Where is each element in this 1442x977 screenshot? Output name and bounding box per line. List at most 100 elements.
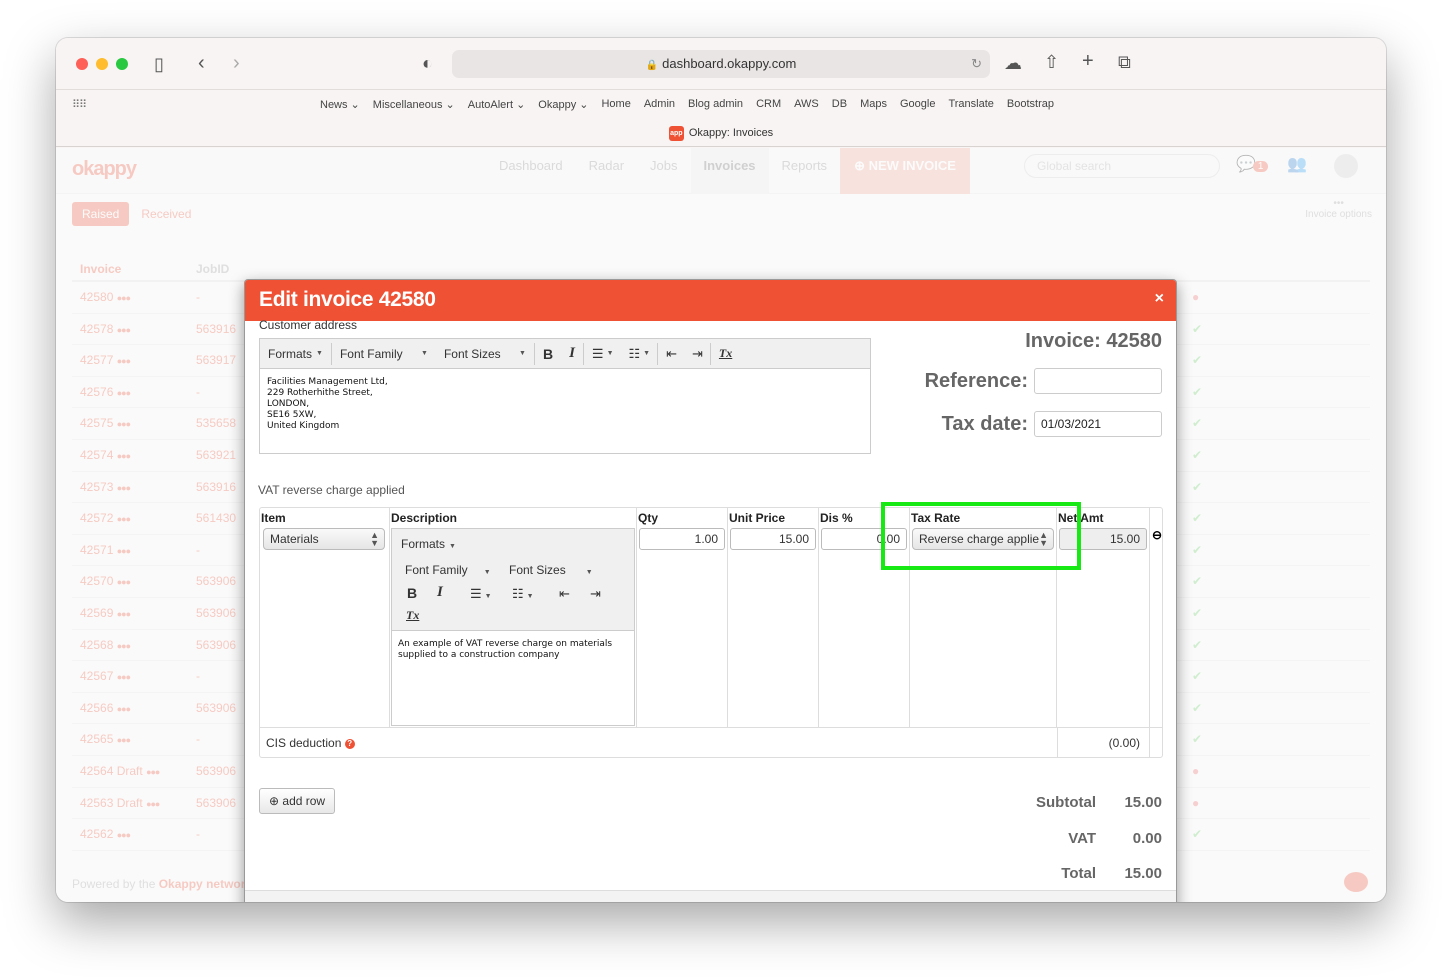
user-avatar[interactable] xyxy=(1334,154,1358,178)
formats-dropdown[interactable]: Formats ▼ xyxy=(260,339,331,368)
icloud-icon[interactable]: ☁ xyxy=(1004,54,1022,72)
invoice-cell[interactable]: 42567 ●●● xyxy=(72,661,196,692)
bookmark-item[interactable]: Blog admin xyxy=(688,98,743,111)
contacts-icon[interactable]: 👥 xyxy=(1287,156,1307,173)
forward-icon[interactable]: › xyxy=(233,53,240,73)
more-icon[interactable]: ●●● xyxy=(117,325,131,335)
invoice-cell[interactable]: 42566 ●●● xyxy=(72,693,196,724)
tab-overview-icon[interactable]: ⧉ xyxy=(1118,53,1131,71)
tab-okappy-invoices[interactable]: app Okappy: Invoices xyxy=(668,125,773,141)
invoice-cell[interactable]: 42577 ●●● xyxy=(72,345,196,376)
customer-address-text[interactable]: Facilities Management Ltd, 229 Rotherhit… xyxy=(260,369,870,440)
invoice-cell[interactable]: 42569 ●●● xyxy=(72,598,196,629)
new-tab-icon[interactable]: + xyxy=(1082,51,1094,71)
font-family-dropdown[interactable]: Font Family ▼ xyxy=(405,563,491,577)
add-row-button[interactable]: ⊕ add row xyxy=(259,788,336,814)
bookmark-item[interactable]: Okappy ⌄ xyxy=(538,98,588,111)
privacy-shield-icon[interactable]: ◐ xyxy=(422,54,433,72)
col-jobid[interactable]: JobID xyxy=(196,256,306,280)
more-icon[interactable]: ●●● xyxy=(117,546,131,556)
invoice-options-button[interactable]: ••• Invoice options xyxy=(1305,198,1372,220)
minimize-window-button[interactable] xyxy=(96,58,108,70)
bullet-list-icon[interactable]: ☰ ▼ xyxy=(470,586,492,602)
tax-date-input[interactable] xyxy=(1034,411,1162,437)
bookmark-item[interactable]: AWS xyxy=(794,98,819,111)
clear-formatting-icon[interactable]: Tx xyxy=(711,339,740,368)
nav-jobs[interactable]: Jobs xyxy=(637,148,690,194)
more-icon[interactable]: ●●● xyxy=(117,577,131,587)
back-icon[interactable]: ‹ xyxy=(198,53,205,73)
invoice-cell[interactable]: 42575 ●●● xyxy=(72,408,196,439)
item-select[interactable]: Materials ▲ ▼ xyxy=(263,528,385,550)
more-icon[interactable]: ●●● xyxy=(117,672,131,682)
invoice-cell[interactable]: 42580 ●●● xyxy=(72,282,196,313)
zoom-window-button[interactable] xyxy=(116,58,128,70)
more-icon[interactable]: ●●● xyxy=(117,704,131,714)
bullet-list-icon[interactable]: ☰ ▼ xyxy=(584,339,621,368)
font-sizes-dropdown[interactable]: Font Sizes ▼ xyxy=(436,339,534,368)
chat-widget-icon[interactable] xyxy=(1344,872,1368,892)
more-icon[interactable]: ●●● xyxy=(117,419,131,429)
unit-price-input[interactable]: 15.00 xyxy=(730,528,816,550)
more-icon[interactable]: ●●● xyxy=(117,830,131,840)
bookmark-item[interactable]: Maps xyxy=(860,98,887,111)
indent-icon[interactable]: ⇥ xyxy=(590,586,601,602)
discount-input[interactable]: 0.00 xyxy=(821,528,907,550)
more-icon[interactable]: ●●● xyxy=(117,483,131,493)
okappy-logo[interactable]: okappy xyxy=(72,158,137,181)
bookmark-item[interactable]: Miscellaneous ⌄ xyxy=(373,98,455,111)
font-family-dropdown[interactable]: Font Family ▼ xyxy=(332,339,436,368)
invoice-cell[interactable]: 42564 Draft ●●● xyxy=(72,756,196,787)
reference-input[interactable] xyxy=(1034,368,1162,394)
close-modal-button[interactable]: × xyxy=(1155,290,1164,308)
invoice-cell[interactable]: 42563 Draft ●●● xyxy=(72,788,196,819)
address-bar[interactable]: 🔒 dashboard.okappy.com ↻ xyxy=(452,50,990,78)
close-window-button[interactable] xyxy=(76,58,88,70)
outdent-icon[interactable]: ⇤ xyxy=(559,586,570,602)
more-icon[interactable]: ●●● xyxy=(146,767,160,777)
help-icon[interactable]: ? xyxy=(344,738,355,749)
invoice-cell[interactable]: 42576 ●●● xyxy=(72,377,196,408)
more-icon[interactable]: ●●● xyxy=(117,641,131,651)
share-icon[interactable]: ⇧ xyxy=(1044,53,1059,71)
tab-received[interactable]: Received xyxy=(137,202,195,226)
numbered-list-icon[interactable]: ☷ ▼ xyxy=(512,586,534,602)
invoice-cell[interactable]: 42578 ●●● xyxy=(72,314,196,345)
nav-dashboard[interactable]: Dashboard xyxy=(486,148,576,194)
invoice-cell[interactable]: 42570 ●●● xyxy=(72,566,196,597)
remove-row-icon[interactable]: ⊖ xyxy=(1152,528,1162,542)
global-search-input[interactable]: Global search xyxy=(1024,154,1220,178)
bookmark-item[interactable]: Translate xyxy=(948,98,993,111)
new-invoice-button[interactable]: ⊕ NEW INVOICE xyxy=(840,148,970,194)
more-icon[interactable]: ●●● xyxy=(117,735,131,745)
italic-button[interactable]: I xyxy=(561,339,583,368)
okappy-network-link[interactable]: Okappy network xyxy=(159,877,252,891)
invoice-cell[interactable]: 42572 ●●● xyxy=(72,503,196,534)
invoice-cell[interactable]: 42574 ●●● xyxy=(72,440,196,471)
indent-icon[interactable]: ⇥ xyxy=(684,339,710,368)
tax-rate-select[interactable]: Reverse charge applie ▲ ▼ xyxy=(912,528,1054,550)
invoice-cell[interactable]: 42573 ●●● xyxy=(72,472,196,503)
more-icon[interactable]: ●●● xyxy=(146,799,160,809)
invoice-cell[interactable]: 42565 ●●● xyxy=(72,724,196,755)
nav-radar[interactable]: Radar xyxy=(576,148,637,194)
bookmark-item[interactable]: DB xyxy=(832,98,847,111)
bookmark-item[interactable]: Admin xyxy=(644,98,675,111)
qty-input[interactable]: 1.00 xyxy=(639,528,725,550)
more-icon[interactable]: ●●● xyxy=(117,388,131,398)
bookmark-item[interactable]: CRM xyxy=(756,98,781,111)
invoice-cell[interactable]: 42571 ●●● xyxy=(72,535,196,566)
bookmark-item[interactable]: AutoAlert ⌄ xyxy=(468,98,526,111)
reload-icon[interactable]: ↻ xyxy=(971,50,982,78)
invoice-cell[interactable]: 42562 ●●● xyxy=(72,819,196,850)
more-icon[interactable]: ●●● xyxy=(117,609,131,619)
bold-button[interactable]: B xyxy=(535,339,561,368)
invoice-cell[interactable]: 42568 ●●● xyxy=(72,630,196,661)
outdent-icon[interactable]: ⇤ xyxy=(658,339,684,368)
bookmark-item[interactable]: Bootstrap xyxy=(1007,98,1054,111)
more-icon[interactable]: ●●● xyxy=(117,451,131,461)
nav-reports[interactable]: Reports xyxy=(769,148,841,194)
sidebar-icon[interactable]: ▯ xyxy=(154,55,164,73)
nav-invoices[interactable]: Invoices xyxy=(690,148,769,194)
apps-grid-icon[interactable]: ⠿⠿ xyxy=(72,98,87,111)
